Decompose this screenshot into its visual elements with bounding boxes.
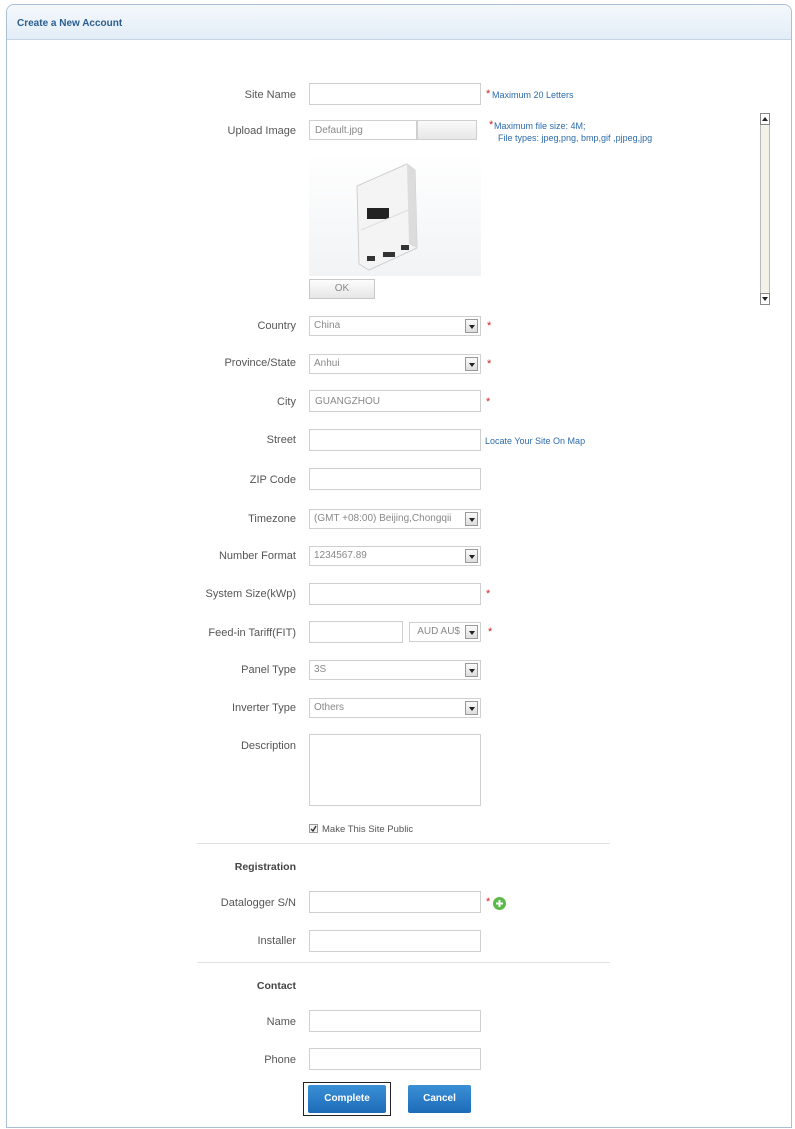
scrollbar[interactable] <box>760 113 770 305</box>
ok-button[interactable]: OK <box>309 279 375 299</box>
scroll-up-icon[interactable] <box>760 113 770 125</box>
chevron-down-icon[interactable] <box>465 701 478 715</box>
chevron-down-icon[interactable] <box>465 319 478 333</box>
currency-select[interactable]: AUD AU$ <box>409 622 481 642</box>
divider <box>197 962 610 963</box>
contact-phone-input[interactable] <box>309 1048 481 1070</box>
site-name-label: Site Name <box>244 89 296 101</box>
chevron-down-icon[interactable] <box>465 357 478 371</box>
required-star: * <box>487 358 492 370</box>
panel-header: Create a New Account <box>7 5 791 40</box>
panel-type-value: 3S <box>314 664 327 675</box>
province-select[interactable]: Anhui <box>309 354 481 374</box>
site-name-hint: Maximum 20 Letters <box>492 90 574 100</box>
installer-label: Installer <box>257 935 296 947</box>
inverter-type-label: Inverter Type <box>232 702 296 714</box>
province-value: Anhui <box>314 358 340 369</box>
chevron-down-icon[interactable] <box>465 512 478 526</box>
timezone-value: (GMT +08:00) Beijing,Chongqii <box>314 513 452 524</box>
upload-image-label: Upload Image <box>227 125 297 137</box>
add-datalogger-icon[interactable] <box>493 897 506 910</box>
number-format-value: 1234567.89 <box>314 550 367 561</box>
zip-input[interactable] <box>309 468 481 490</box>
city-input[interactable] <box>309 390 481 412</box>
make-public-checkbox[interactable] <box>309 824 318 833</box>
required-star: * <box>489 119 494 131</box>
feed-in-label: Feed-in Tariff(FIT) <box>208 627 296 639</box>
feed-in-input[interactable] <box>309 621 403 643</box>
system-size-label: System Size(kWp) <box>205 588 296 600</box>
panel-type-label: Panel Type <box>241 664 296 676</box>
contact-heading: Contact <box>256 980 296 992</box>
upload-image-filename[interactable] <box>309 120 417 140</box>
required-star: * <box>487 320 492 332</box>
number-format-select[interactable]: 1234567.89 <box>309 546 481 566</box>
divider <box>197 843 610 844</box>
chevron-down-icon[interactable] <box>465 663 478 677</box>
country-select[interactable]: China <box>309 316 481 336</box>
currency-value: AUD AU$ <box>417 626 460 637</box>
country-label: Country <box>257 320 296 332</box>
contact-name-input[interactable] <box>309 1010 481 1032</box>
complete-button[interactable]: Complete <box>308 1085 386 1113</box>
browse-button[interactable] <box>417 120 477 140</box>
registration-heading: Registration <box>234 861 296 873</box>
chevron-down-icon[interactable] <box>465 549 478 563</box>
scroll-down-icon[interactable] <box>760 293 770 305</box>
contact-name-label: Name <box>266 1016 296 1028</box>
street-label: Street <box>266 434 296 446</box>
make-public-label: Make This Site Public <box>322 824 414 835</box>
inverter-type-value: Others <box>314 702 345 713</box>
chevron-down-icon[interactable] <box>465 625 478 639</box>
inverter-type-select[interactable]: Others <box>309 698 481 718</box>
country-value: China <box>314 320 341 331</box>
required-star: * <box>488 626 493 638</box>
upload-hint-types: File types: jpeg,png, bmp,gif ,pjpeg,jpg <box>498 133 653 143</box>
site-name-input[interactable] <box>309 83 481 105</box>
required-star: * <box>486 896 491 908</box>
timezone-label: Timezone <box>248 513 296 525</box>
contact-phone-label: Phone <box>264 1054 296 1066</box>
timezone-select[interactable]: (GMT +08:00) Beijing,Chongqii <box>309 509 481 529</box>
number-format-label: Number Format <box>218 550 296 562</box>
city-label: City <box>277 396 296 408</box>
cancel-button[interactable]: Cancel <box>408 1085 471 1113</box>
required-star: * <box>486 88 491 100</box>
description-label: Description <box>240 740 296 752</box>
datalogger-label: Datalogger S/N <box>220 897 296 909</box>
required-star: * <box>486 396 491 408</box>
locate-on-map-link[interactable]: Locate Your Site On Map <box>485 436 585 446</box>
inverter-image <box>309 152 481 276</box>
description-textarea[interactable] <box>309 734 481 806</box>
zip-label: ZIP Code <box>249 474 296 486</box>
datalogger-input[interactable] <box>309 891 481 913</box>
installer-input[interactable] <box>309 930 481 952</box>
province-label: Province/State <box>224 357 296 369</box>
street-input[interactable] <box>309 429 481 451</box>
panel-type-select[interactable]: 3S <box>309 660 481 680</box>
upload-hint-size: Maximum file size: 4M; <box>494 121 586 131</box>
page-title: Create a New Account <box>17 18 123 29</box>
system-size-input[interactable] <box>309 583 481 605</box>
required-star: * <box>486 588 491 600</box>
